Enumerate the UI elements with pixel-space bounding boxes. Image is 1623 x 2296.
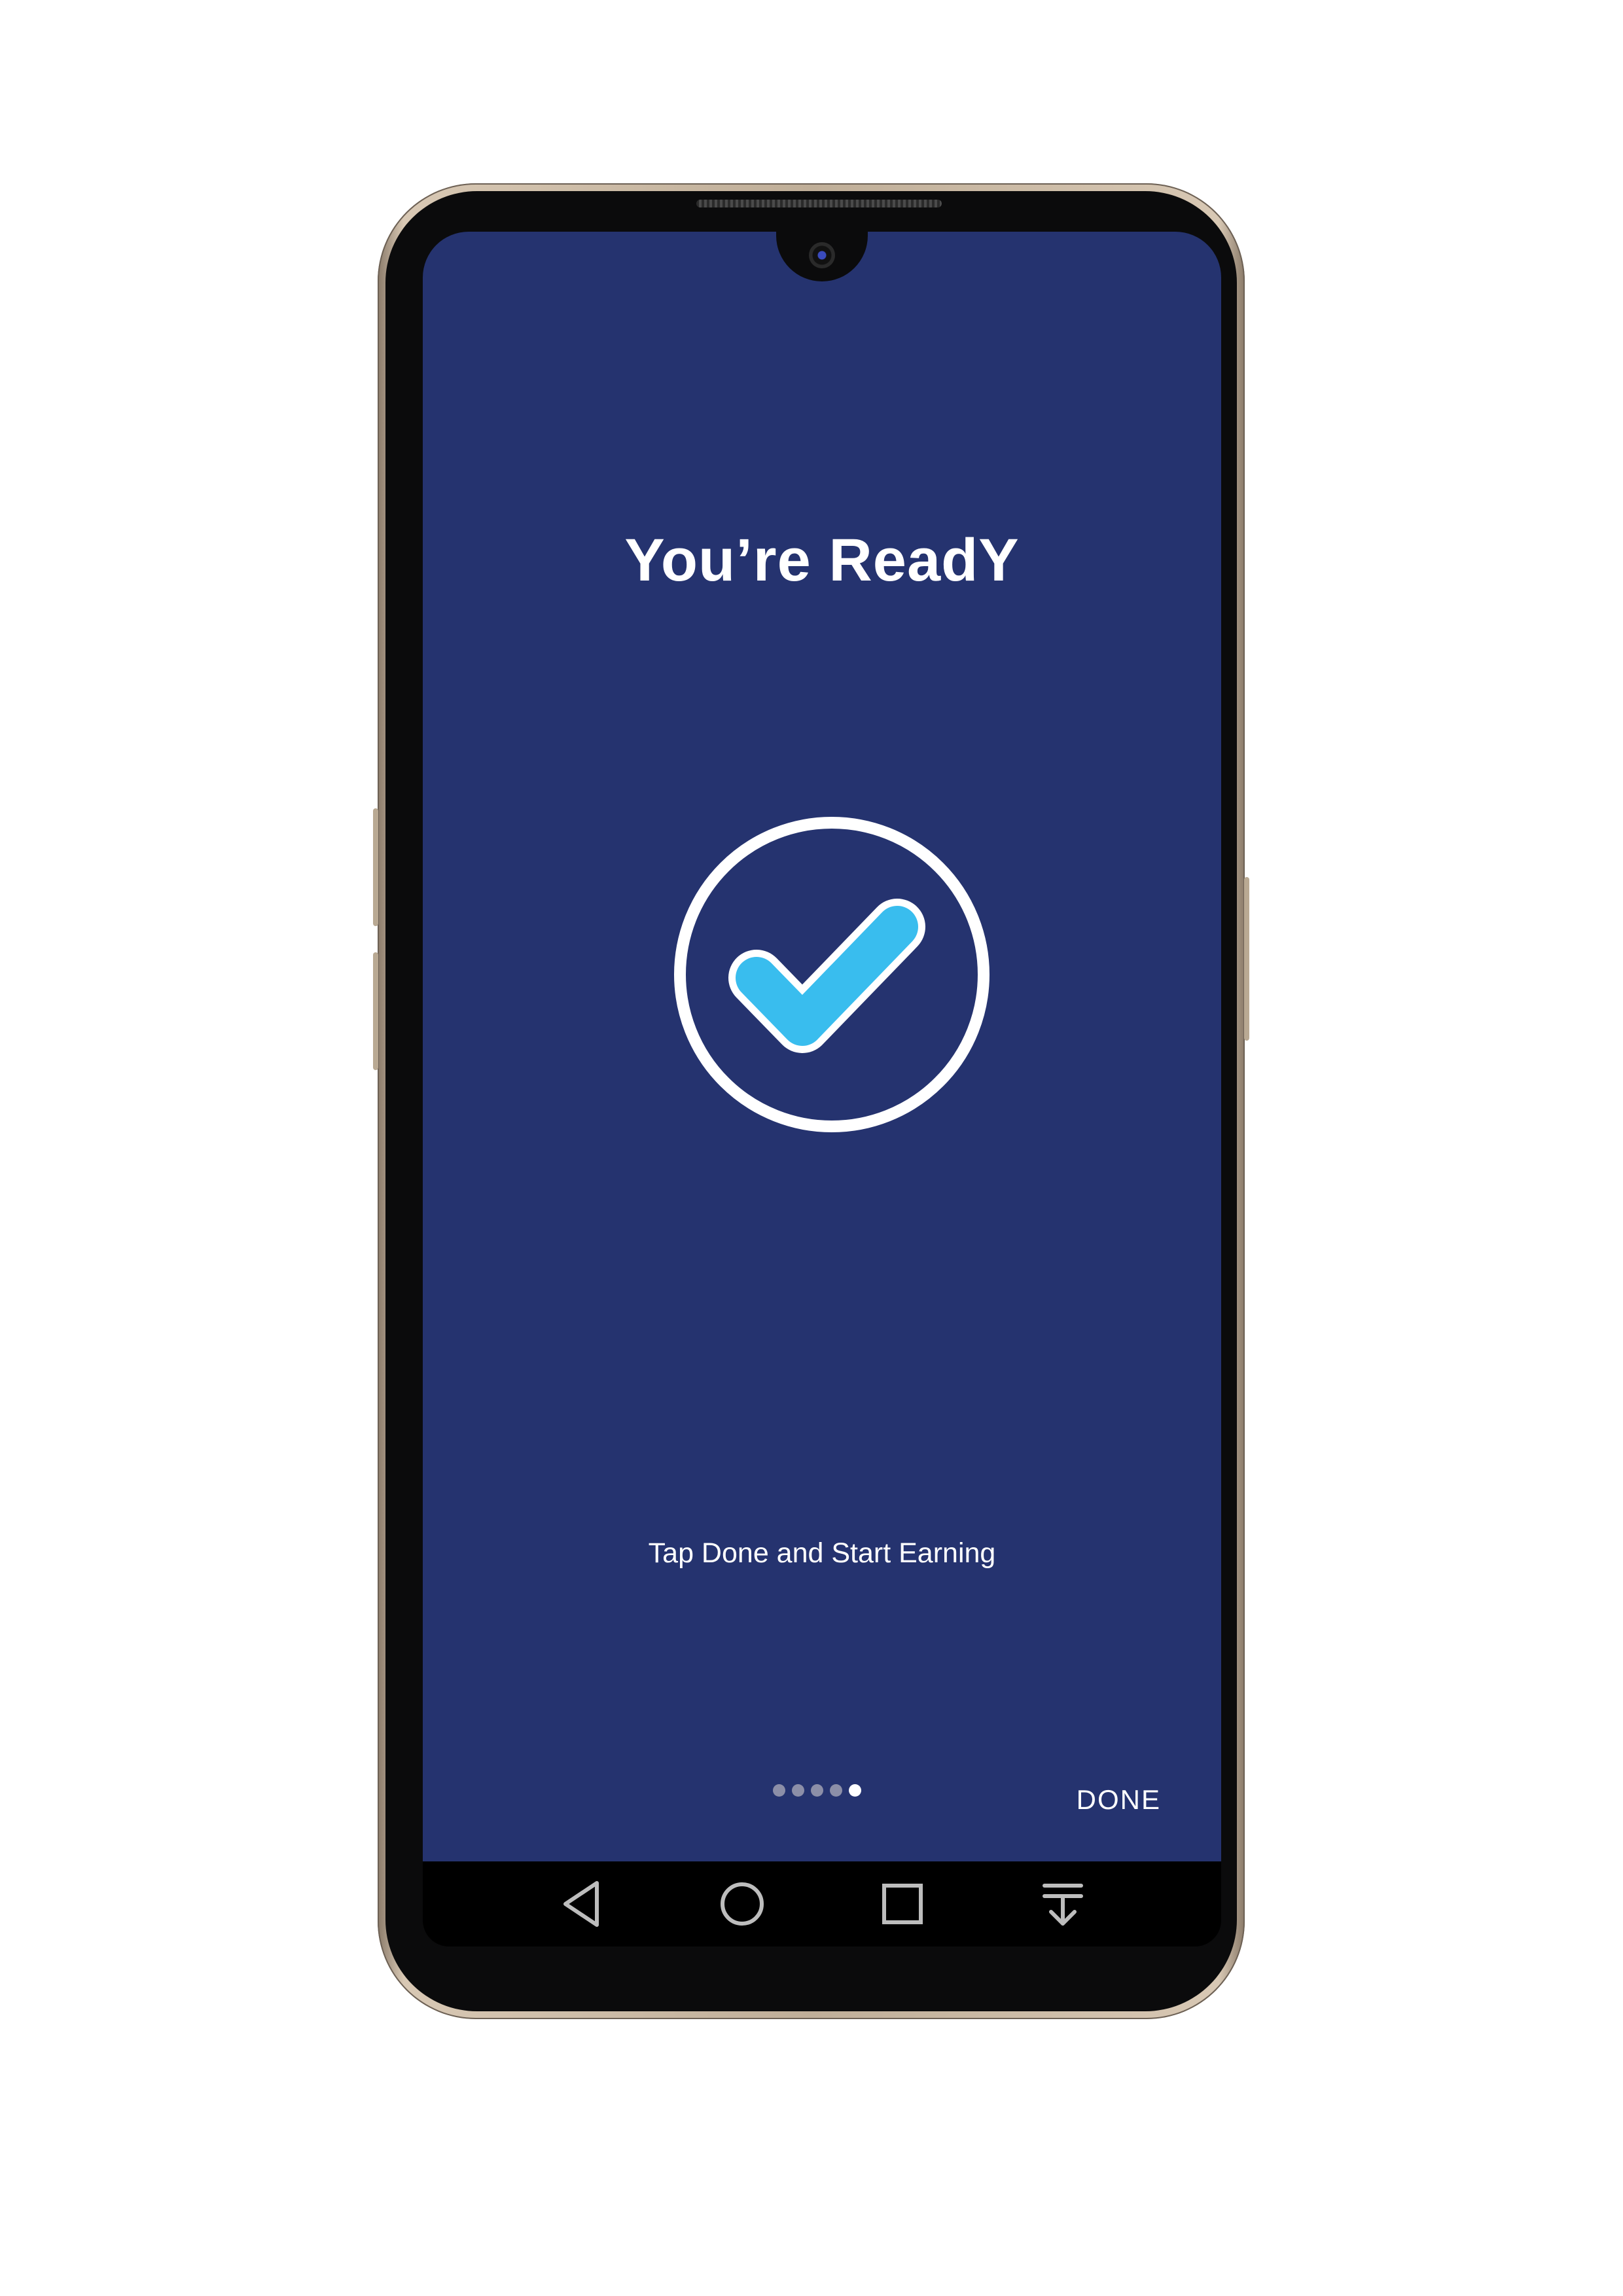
system-navigation-bar xyxy=(423,1861,1221,1946)
volume-down-button xyxy=(373,952,378,1070)
page-dot xyxy=(773,1784,785,1797)
phone-frame: You’re ReadY Tap Done and Start Earning … xyxy=(373,183,1249,2019)
page-dot xyxy=(792,1784,804,1797)
app-screen: You’re ReadY Tap Done and Start Earning … xyxy=(423,232,1221,1861)
page-dot xyxy=(811,1784,823,1797)
back-icon[interactable] xyxy=(552,1874,611,1933)
phone-bezel: You’re ReadY Tap Done and Start Earning … xyxy=(385,191,1237,2011)
front-camera-icon xyxy=(809,242,835,268)
checkmark-circle-icon xyxy=(671,814,992,1135)
power-button xyxy=(1244,877,1249,1041)
page-subtitle: Tap Done and Start Earning xyxy=(648,1537,996,1569)
page-dot-active xyxy=(849,1784,861,1797)
notifications-pulldown-icon[interactable] xyxy=(1033,1874,1092,1933)
done-button[interactable]: DONE xyxy=(1077,1784,1161,1816)
earpiece-speaker xyxy=(696,200,942,207)
page-dot xyxy=(830,1784,842,1797)
page-title: You’re ReadY xyxy=(624,527,1020,594)
camera-notch xyxy=(776,232,868,281)
home-icon[interactable] xyxy=(713,1874,772,1933)
volume-up-button xyxy=(373,808,378,926)
page-indicator xyxy=(773,1784,861,1797)
recents-icon[interactable] xyxy=(873,1874,932,1933)
